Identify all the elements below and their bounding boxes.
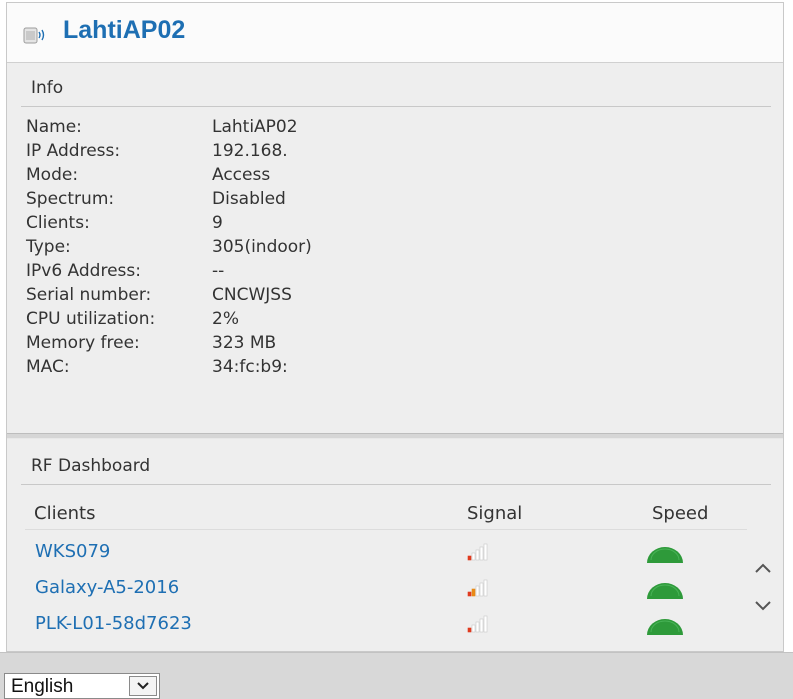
client-row: WKS079: [25, 535, 747, 571]
info-label: Memory free:: [26, 333, 140, 353]
access-point-icon: [23, 23, 49, 47]
speed-column-header: Speed: [652, 503, 709, 524]
info-label: Spectrum:: [26, 189, 115, 209]
client-name-link[interactable]: Galaxy-A5-2016: [35, 577, 179, 598]
client-row: Galaxy-A5-2016: [25, 571, 747, 607]
info-value: 2%: [212, 309, 239, 329]
column-divider: [25, 529, 747, 530]
info-label: Name:: [26, 117, 82, 137]
info-value: 34:fc:b9:: [212, 357, 288, 377]
speed-gauge-icon: [645, 546, 685, 564]
rf-dashboard-heading: RF Dashboard: [21, 447, 771, 485]
client-row: PLK-L01-58d7623: [25, 607, 747, 643]
client-name-link[interactable]: WKS079: [35, 541, 110, 562]
info-value: 192.168.: [212, 141, 288, 161]
access-point-panel: LahtiAP02 Info Name: LahtiAP02 IP Address:…: [6, 2, 784, 652]
info-value: 305(indoor): [212, 237, 312, 257]
info-value: Access: [212, 165, 271, 185]
info-value: CNCWJSS: [212, 285, 292, 305]
info-value: 323 MB: [212, 333, 277, 353]
chevron-down-icon: [136, 675, 150, 697]
info-value: 9: [212, 213, 223, 233]
section-divider: [7, 433, 783, 439]
scroll-down-button[interactable]: [750, 593, 776, 619]
info-label: IPv6 Address:: [26, 261, 141, 281]
info-value: --: [212, 261, 225, 281]
page-title: LahtiAP02: [63, 16, 186, 44]
speed-gauge-icon: [645, 582, 685, 600]
signal-weak-icon: [465, 613, 491, 635]
scroll-up-button[interactable]: [750, 555, 776, 581]
info-value: LahtiAP02: [212, 117, 298, 137]
speed-gauge-icon: [645, 618, 685, 636]
clients-column-header: Clients: [34, 503, 96, 524]
info-label: Serial number:: [26, 285, 152, 305]
info-label: Type:: [26, 237, 71, 257]
chevron-down-icon: [754, 597, 772, 616]
signal-column-header: Signal: [467, 503, 523, 524]
info-section-heading: Info: [21, 69, 771, 107]
language-select[interactable]: English: [4, 673, 160, 699]
info-label: MAC:: [26, 357, 70, 377]
info-label: Mode:: [26, 165, 79, 185]
language-value: English: [11, 676, 74, 697]
chevron-up-icon: [754, 559, 772, 578]
language-dropdown-button[interactable]: [129, 676, 157, 696]
info-label: Clients:: [26, 213, 90, 233]
info-label: CPU utilization:: [26, 309, 156, 329]
footer-bar: English: [0, 652, 793, 699]
panel-header: LahtiAP02: [7, 3, 783, 63]
info-value: Disabled: [212, 189, 286, 209]
signal-medium-icon: [465, 577, 491, 599]
info-label: IP Address:: [26, 141, 121, 161]
signal-weak-icon: [465, 541, 491, 563]
client-name-link[interactable]: PLK-L01-58d7623: [35, 613, 192, 634]
